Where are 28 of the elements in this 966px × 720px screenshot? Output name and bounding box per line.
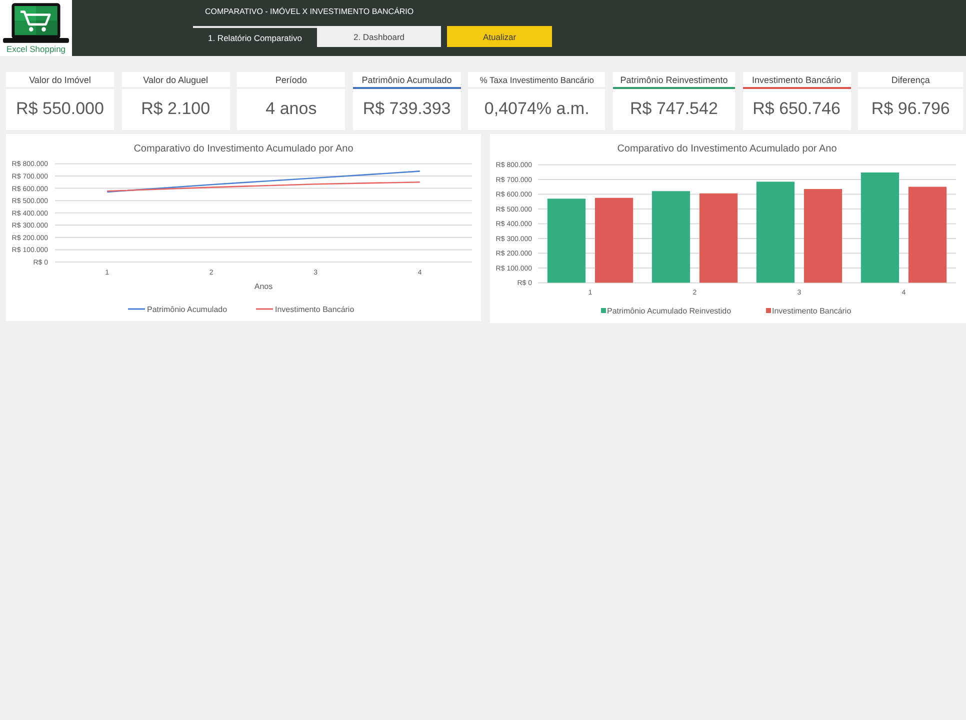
kpi-value: R$ 650.746 [752, 99, 841, 120]
legend-label: Patrimônio Acumulado [147, 305, 228, 314]
kpi-label: Diferença [890, 74, 931, 87]
kpi-label: Investimento Bancário [751, 74, 842, 87]
kpi-label: Valor do Imóvel [28, 74, 92, 87]
tab[interactable]: 2. Dashboard [317, 26, 441, 47]
legend-label: Investimento Bancário [275, 305, 354, 314]
kpi-value: R$ 2.100 [141, 99, 210, 120]
kpi-value: 0,4074% a.m. [484, 99, 590, 120]
kpi-label: % Taxa Investimento Bancário [478, 74, 595, 87]
kpi-value: R$ 747.542 [630, 99, 718, 120]
brand-name: Excel Shopping [6, 44, 66, 54]
page-title: COMPARATIVO - IMÓVEL X INVESTIMENTO BANCÁRIO [205, 6, 414, 18]
kpi-value: 4 anos [266, 99, 317, 120]
kpi-value: R$ 550.000 [16, 99, 104, 120]
kpi-label: Patrimônio Reinvestimento [619, 74, 729, 87]
legend-label: Patrimônio Acumulado Reinvestido [607, 306, 732, 316]
chart-title: Comparativo do Investimento Acumulado por Ano [134, 144, 354, 154]
laptop-cart-icon [3, 3, 69, 43]
axis-title: Anos [254, 282, 273, 291]
kpi-value: R$ 739.393 [362, 99, 451, 120]
update-button[interactable]: Atualizar [447, 26, 552, 47]
chart-title: Comparativo do Investimento Acumulado por Ano [617, 144, 837, 154]
kpi-label: Patrimônio Acumulado [360, 74, 453, 87]
kpi-label: Valor do Aluguel [142, 74, 210, 87]
kpi-label: Período [274, 74, 308, 87]
legend-label: Investimento Bancário [772, 306, 852, 316]
kpi-value: R$ 96.796 [871, 99, 950, 120]
